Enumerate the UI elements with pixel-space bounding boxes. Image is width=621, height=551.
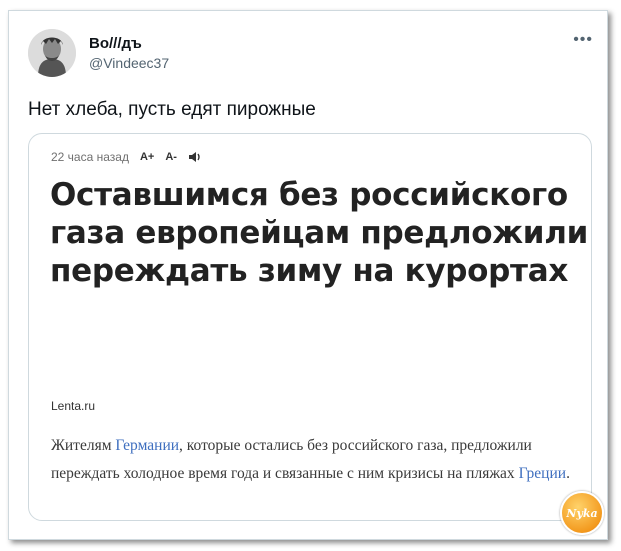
author-name[interactable]: Во///дъ: [89, 35, 142, 52]
time-ago: 22 часа назад: [51, 150, 129, 164]
article-source: Lenta.ru: [51, 399, 96, 413]
link-germany[interactable]: Германии: [115, 437, 179, 454]
watermark-logo: Nyka: [560, 491, 604, 535]
font-increase-button[interactable]: A+: [140, 151, 154, 163]
author-handle[interactable]: @Vindeec37: [89, 55, 169, 71]
article-meta: 22 часа назад A+ A-: [51, 150, 202, 164]
lede-text-1: Жителям: [51, 437, 116, 454]
article-card[interactable]: 22 часа назад A+ A- Оставшимся без росси…: [28, 133, 592, 521]
avatar[interactable]: [28, 29, 76, 77]
lede-text-3: .: [566, 465, 570, 482]
speaker-icon[interactable]: [188, 151, 202, 163]
article-headline: Оставшимся без российского газа европейц…: [50, 177, 589, 289]
article-lede: Жителям Германии, которые остались без р…: [51, 432, 571, 488]
tweet: Во///дъ @Vindeec37 ••• Нет хлеба, пусть …: [8, 10, 608, 540]
font-decrease-button[interactable]: A-: [165, 151, 177, 163]
link-greece[interactable]: Греции: [519, 465, 567, 482]
more-icon[interactable]: •••: [573, 31, 593, 49]
tweet-text: Нет хлеба, пусть едят пирожные: [28, 99, 316, 120]
